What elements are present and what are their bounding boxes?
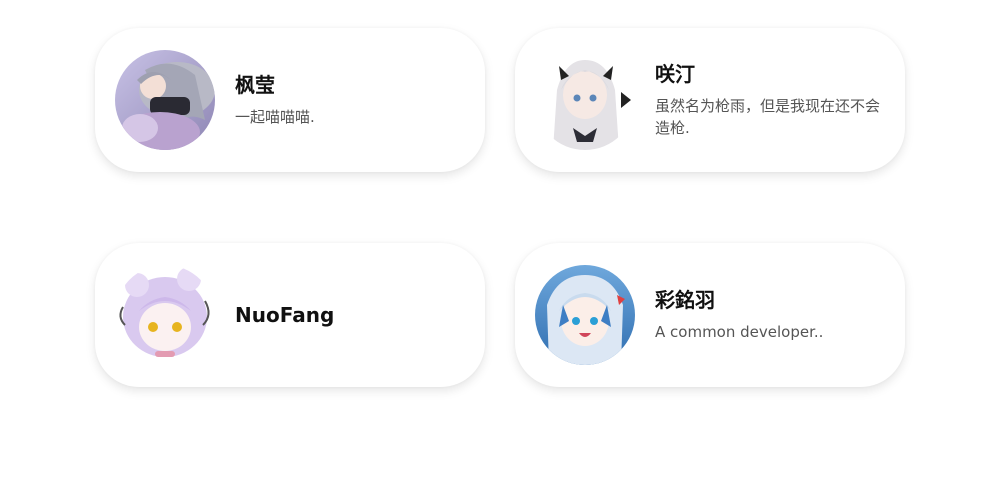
- friend-name[interactable]: 彩銘羽: [655, 287, 883, 313]
- friend-card-nuofang[interactable]: NuoFang: [95, 243, 485, 387]
- friend-name[interactable]: 枫莹: [235, 72, 463, 98]
- friend-description: 虽然名为枪雨，但是我现在还不会造枪.: [655, 97, 881, 137]
- friend-card-xiaoting[interactable]: 咲汀 虽然名为枪雨，但是我现在还不会造枪.: [515, 28, 905, 172]
- avatar[interactable]: [535, 50, 635, 150]
- friend-card-fengying[interactable]: 枫莹 一起喵喵喵.: [95, 28, 485, 172]
- avatar-image: [115, 50, 215, 150]
- friend-name[interactable]: NuoFang: [235, 302, 463, 328]
- avatar[interactable]: [115, 50, 215, 150]
- friend-card-caimingyu[interactable]: 彩銘羽 A common developer..: [515, 243, 905, 387]
- avatar-image: [115, 265, 215, 365]
- friend-description: A common developer..: [655, 323, 824, 341]
- avatar[interactable]: [115, 265, 215, 365]
- avatar[interactable]: [535, 265, 635, 365]
- friend-description: 一起喵喵喵.: [235, 108, 315, 126]
- avatar-image: [535, 50, 635, 150]
- friend-links-grid: 枫莹 一起喵喵喵. 咲汀 虽然名为枪雨，但是我现在还不会造枪. NuoFang …: [0, 0, 1000, 500]
- friend-name[interactable]: 咲汀: [655, 61, 883, 87]
- avatar-image: [535, 265, 635, 365]
